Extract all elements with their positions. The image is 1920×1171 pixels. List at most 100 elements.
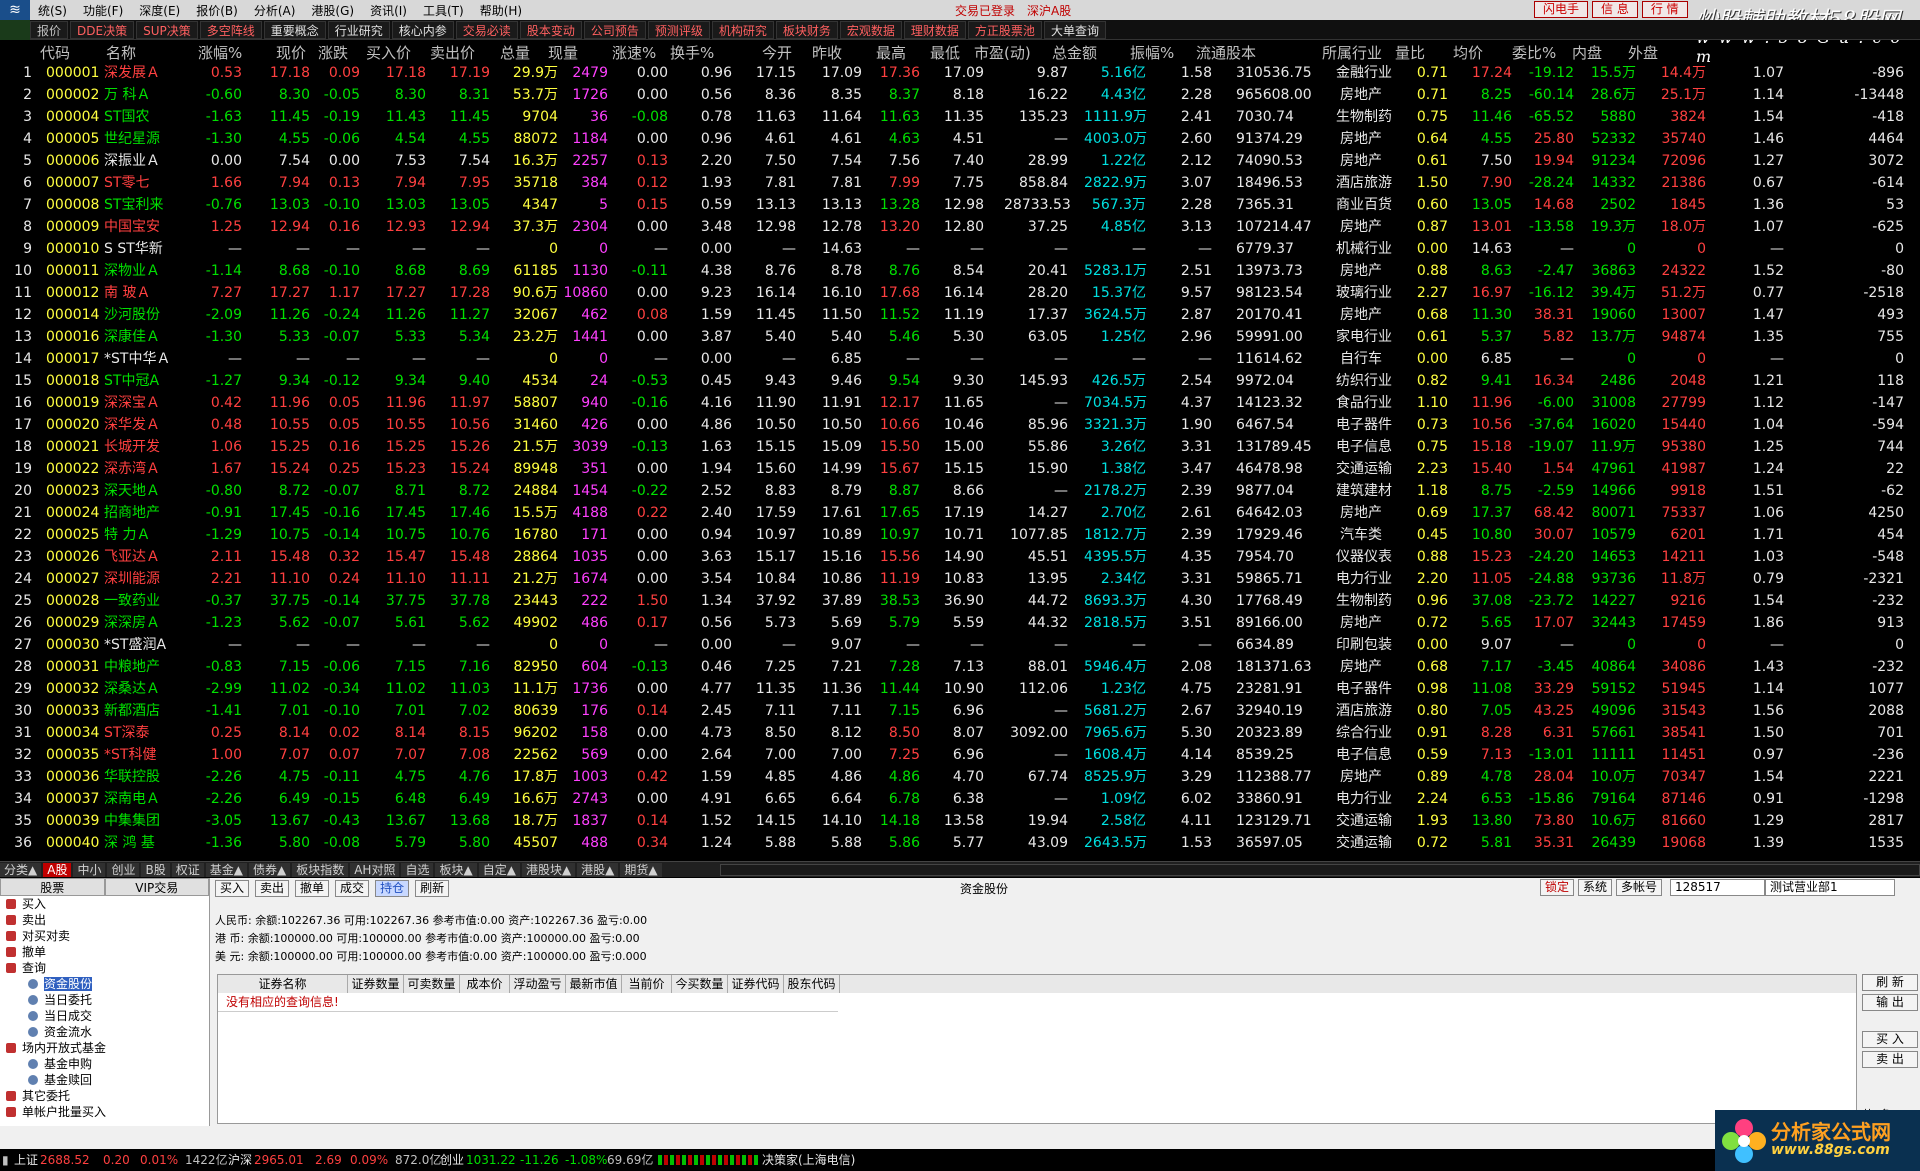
column-header[interactable]: 今开 [762,42,792,63]
column-header[interactable]: 名称 [106,42,136,63]
table-row[interactable]: 14 000017 *ST中华Ａ — — — — — 0 0 — 0.00 — 6.85 — — — — — 1161… [0,348,1920,370]
function-tab[interactable]: 报价 [30,20,69,39]
function-tab[interactable]: 多空阵线 [199,20,262,39]
menu-item[interactable]: 资讯(I) [362,2,415,19]
column-header[interactable]: 均价 [1453,42,1483,63]
table-row[interactable]: 27 000030 *ST盛润A — — — — — 0 0 — 0.00 — 9.07 — — — — — 6634… [0,634,1920,656]
trade-toolbar-button[interactable]: 成交 [335,879,370,897]
table-row[interactable]: 32 000035 *ST科健 1.00 7.07 0.07 7.07 7.08 22562 56… [0,744,1920,766]
trade-toolbar-button[interactable]: 卖出 [255,879,290,897]
function-tab[interactable]: 大单查询 [1043,20,1106,39]
sheet-tab[interactable]: 权证 [171,862,204,877]
tree-item[interactable]: 基金赎回 [0,1072,209,1088]
sheet-tab[interactable]: 板块指数 [292,862,349,877]
table-row[interactable]: 29 000032 深桑达Ａ -2.99 11.02 -0.34 11.02 11.03 11.… [0,678,1920,700]
branch-select[interactable]: 测试营业部1 [1765,879,1895,896]
column-header[interactable]: 流通股本 [1196,42,1256,63]
function-tab[interactable]: 方正股票池 [967,20,1042,39]
column-header[interactable]: 涨速% [612,42,656,63]
column-header[interactable]: 总金额 [1052,42,1097,63]
sheet-tab[interactable]: 中小 [73,862,106,877]
table-row[interactable]: 22 000025 特 力Ａ -1.29 10.75 -0.14 10.75 10.76 167… [0,524,1920,546]
table-row[interactable]: 30 000033 新都酒店 -1.41 7.01 -0.10 7.01 7.02 80639 1… [0,700,1920,722]
tree-item[interactable]: 基金申购 [0,1056,209,1072]
column-header[interactable]: 昨收 [812,42,842,63]
column-header[interactable]: 市盈(动) [974,42,1031,63]
function-tab[interactable]: 核心内参 [391,20,454,39]
function-tab[interactable]: DDE决策 [70,20,135,39]
table-row[interactable]: 1 000001 深发展Ａ 0.53 17.18 0.09 17.18 17.19 29.9万 2… [0,62,1920,84]
tree-item[interactable]: 资金流水 [0,1024,209,1040]
column-header[interactable]: 卖出价 [430,42,475,63]
table-row[interactable]: 3 000004 ST国农 -1.63 11.45 -0.19 11.43 11.45 9704… [0,106,1920,128]
tree-item[interactable]: 卖出 [0,912,209,928]
side-button[interactable]: 输 出 [1862,994,1918,1011]
menu-item[interactable]: 报价(B) [188,2,246,19]
table-row[interactable]: 34 000037 深南电Ａ -2.26 6.49 -0.15 6.48 6.49 16.6万 2… [0,788,1920,810]
sheet-tab[interactable]: A股 [43,862,72,877]
sheet-tab[interactable]: 港股块▲ [521,862,576,877]
menu-item[interactable]: 帮助(H) [472,2,530,19]
column-header[interactable]: 涨跌 [318,42,348,63]
tree-item[interactable]: 撤单 [0,944,209,960]
table-row[interactable]: 16 000019 深深宝Ａ 0.42 11.96 0.05 11.96 11.97 58807… [0,392,1920,414]
table-row[interactable]: 20 000023 深天地Ａ -0.80 8.72 -0.07 8.71 8.72 24884 1… [0,480,1920,502]
table-row[interactable]: 23 000026 飞亚达Ａ 2.11 15.48 0.32 15.47 15.48 28864… [0,546,1920,568]
table-row[interactable]: 13 000016 深康佳Ａ -1.30 5.33 -0.07 5.33 5.34 23.2万 1… [0,326,1920,348]
function-tab[interactable]: 宏观数据 [839,20,902,39]
table-row[interactable]: 8 000009 中国宝安 1.25 12.94 0.16 12.93 12.94 37.3万 2… [0,216,1920,238]
tree-item[interactable]: 单帐户批量买入 [0,1104,209,1120]
tree-item[interactable]: 查询 [0,960,209,976]
sheet-tab[interactable]: B股 [141,862,170,877]
function-tab[interactable]: 行业研究 [327,20,390,39]
trade-toolbar-button[interactable]: 持仓 [375,879,410,897]
table-row[interactable]: 21 000024 招商地产 -0.91 17.45 -0.16 17.45 17.46 15.… [0,502,1920,524]
function-tab[interactable]: 重要概念 [263,20,326,39]
table-row[interactable]: 24 000027 深圳能源 2.21 11.10 0.24 11.10 11.11 21.2万… [0,568,1920,590]
table-row[interactable]: 5 000006 深振业Ａ 0.00 7.54 0.00 7.53 7.54 16.3万 2257… [0,150,1920,172]
menu-item[interactable]: 工具(T) [415,2,472,19]
grid-column-header[interactable]: 当前价 [622,975,672,993]
sheet-tab[interactable]: 期货▲ [620,862,662,877]
table-row[interactable]: 12 000014 沙河股份 -2.09 11.26 -0.24 11.26 11.27 320… [0,304,1920,326]
column-header[interactable]: 量比 [1395,42,1425,63]
tree-item[interactable]: 对买对卖 [0,928,209,944]
grid-column-header[interactable]: 成本价 [460,975,510,993]
table-row[interactable]: 10 000011 深物业Ａ -1.14 8.68 -0.10 8.68 8.69 61185 1… [0,260,1920,282]
menu-item[interactable]: 港股(G) [303,2,362,19]
table-row[interactable]: 26 000029 深深房Ａ -1.23 5.62 -0.07 5.61 5.62 49902 4… [0,612,1920,634]
table-row[interactable]: 11 000012 南 玻Ａ 7.27 17.27 1.17 17.27 17.28 90.6万… [0,282,1920,304]
grid-column-header[interactable]: 今买数量 [672,975,728,993]
tree-tab[interactable]: VIP交易 [104,878,209,896]
account-select[interactable]: 128517 [1670,879,1765,896]
function-tab[interactable]: 交易必读 [455,20,518,39]
column-header[interactable]: 所属行业 [1322,42,1382,63]
column-header[interactable]: 现价 [276,42,306,63]
tree-item[interactable]: 其它委托 [0,1088,209,1104]
menu-right-button[interactable]: 信 息 [1592,1,1638,18]
horizontal-scrollbar[interactable] [720,864,1920,876]
table-row[interactable]: 28 000031 中粮地产 -0.83 7.15 -0.06 7.15 7.16 82950 6… [0,656,1920,678]
table-row[interactable]: 31 000034 ST深泰 0.25 8.14 0.02 8.14 8.15 96202 158… [0,722,1920,744]
trade-right-button[interactable]: 系统 [1578,879,1613,896]
table-row[interactable]: 36 000040 深 鸿 基 -1.36 5.80 -0.08 5.79 5.80 45507… [0,832,1920,854]
function-tab[interactable]: SUP决策 [136,20,198,39]
grid-column-header[interactable]: 股东代码 [784,975,840,993]
table-row[interactable]: 7 000008 ST宝利来 -0.76 13.03 -0.10 13.03 13.05 434… [0,194,1920,216]
side-button[interactable]: 刷 新 [1862,974,1918,991]
sheet-tab[interactable]: 自定▲ [478,862,520,877]
tree-item[interactable]: 资金股份 [0,976,209,992]
table-row[interactable]: 33 000036 华联控股 -2.26 4.75 -0.11 4.75 4.76 17.8万 1… [0,766,1920,788]
sheet-tab[interactable]: 港股▲ [577,862,619,877]
trade-toolbar-button[interactable]: 刷新 [415,879,450,897]
side-button[interactable]: 卖 出 [1862,1051,1918,1068]
table-row[interactable]: 4 000005 世纪星源 -1.30 4.55 -0.06 4.54 4.55 88072 11… [0,128,1920,150]
function-tab[interactable]: 板块财务 [775,20,838,39]
table-row[interactable]: 2 000002 万 科Ａ -0.60 8.30 -0.05 8.30 8.31 53.7万 17… [0,84,1920,106]
side-button[interactable]: 买 入 [1862,1031,1918,1048]
column-header[interactable]: 最高 [876,42,906,63]
menu-right-button[interactable]: 闪电手 [1534,1,1589,18]
function-tab[interactable]: 公司预告 [583,20,646,39]
tree-item[interactable]: 场内开放式基金 [0,1040,209,1056]
grid-column-header[interactable]: 证券数量 [348,975,404,993]
